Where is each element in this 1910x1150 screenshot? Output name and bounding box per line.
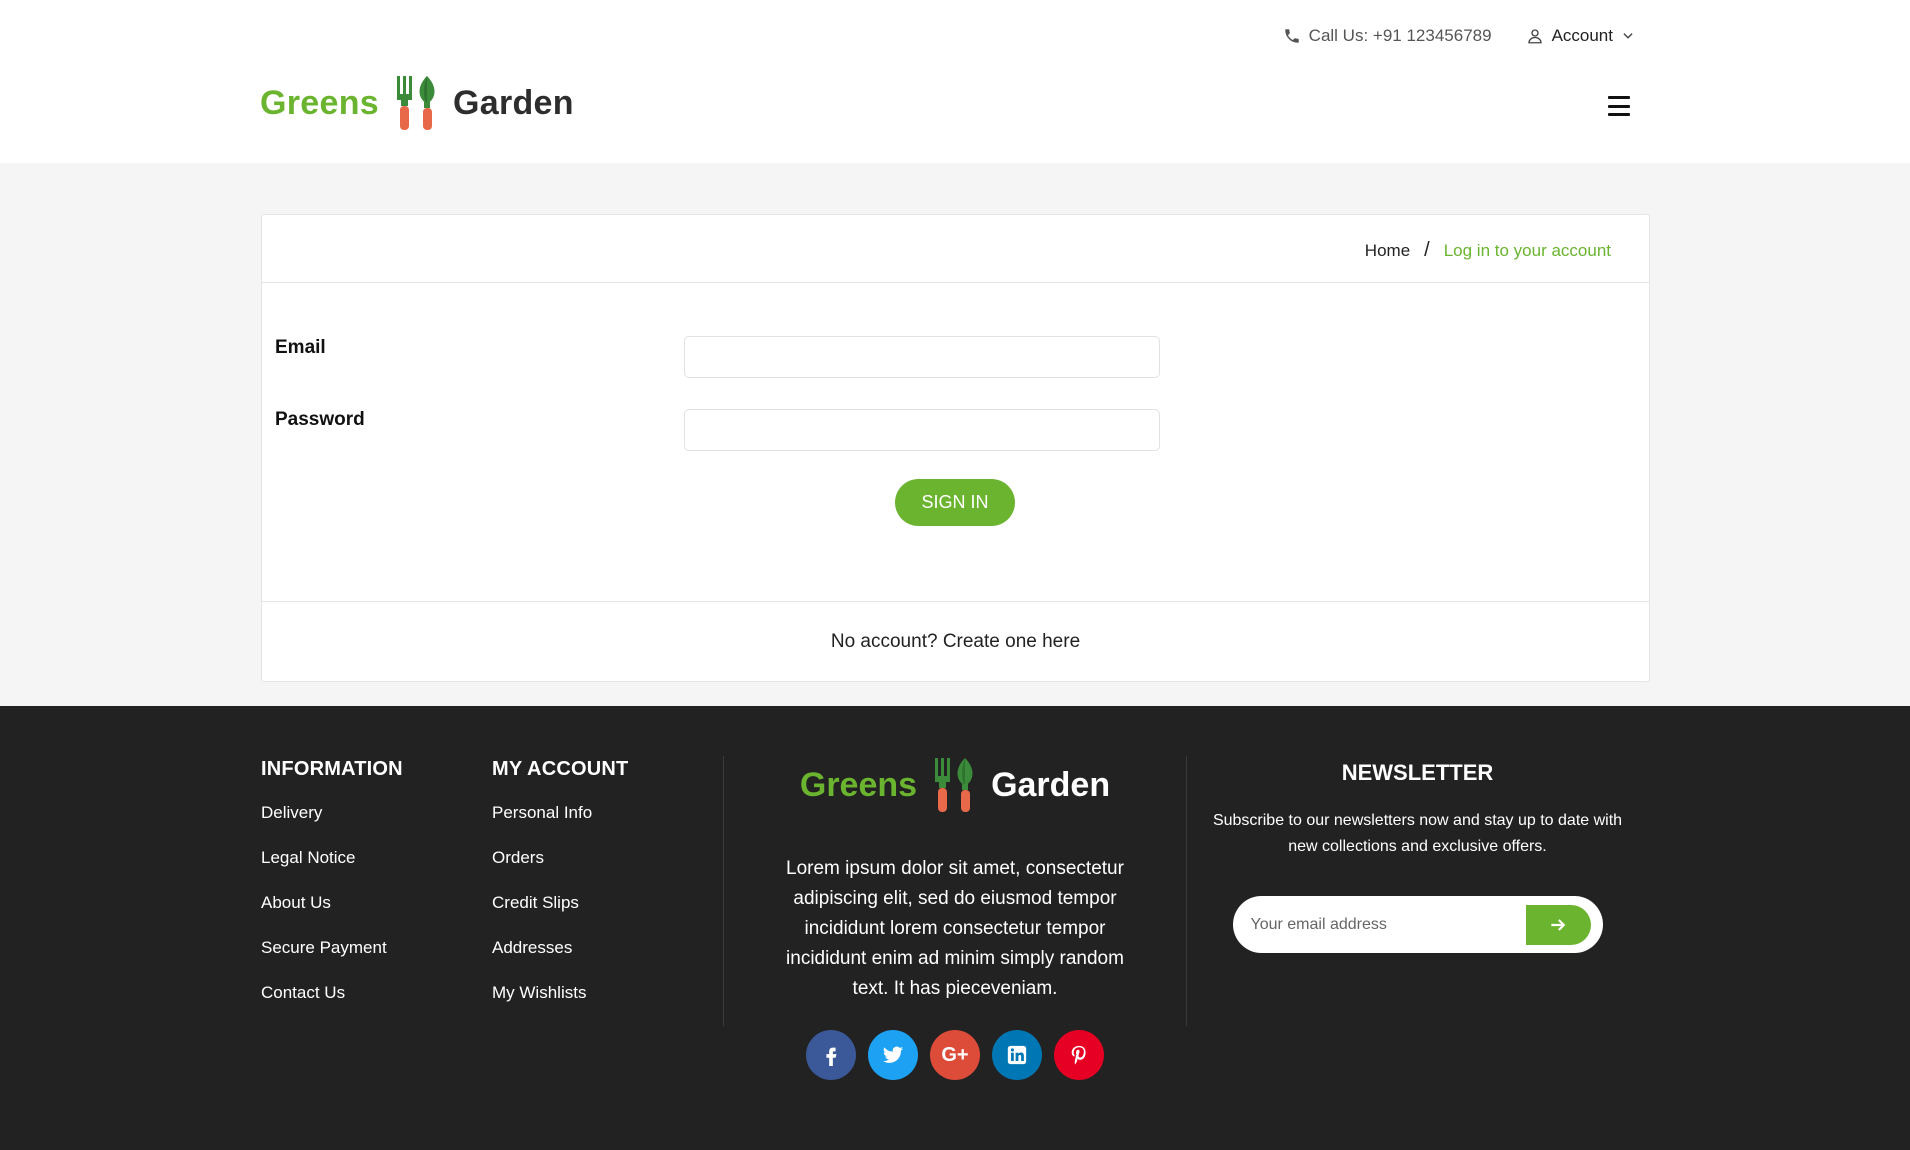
footer-link-delivery[interactable]: Delivery xyxy=(261,801,403,846)
newsletter-title: NEWSLETTER xyxy=(1341,760,1494,785)
password-field[interactable] xyxy=(684,409,1160,451)
email-label: Email xyxy=(275,337,326,358)
logo-text-garden: Garden xyxy=(452,83,574,122)
create-account-row: No account? Create one here xyxy=(262,601,1649,682)
breadcrumb-separator: / xyxy=(1424,239,1430,261)
user-icon xyxy=(1526,27,1544,45)
breadcrumb-home-link[interactable]: Home xyxy=(1365,241,1410,261)
footer-link-orders[interactable]: Orders xyxy=(492,846,628,891)
breadcrumb-bar: Home / Log in to your account xyxy=(262,215,1649,283)
footer-divider xyxy=(723,756,724,1026)
footer-link-about-us[interactable]: About Us xyxy=(261,891,403,936)
footer-link-contact-us[interactable]: Contact Us xyxy=(261,981,403,1026)
footer-logo-text-greens: Greens xyxy=(799,765,918,804)
garden-tools-icon xyxy=(925,756,981,814)
footer-link-legal-notice[interactable]: Legal Notice xyxy=(261,846,403,891)
create-account-link[interactable]: No account? Create one here xyxy=(831,631,1080,653)
chevron-down-icon xyxy=(1621,29,1635,43)
site-logo[interactable]: Greens Garden xyxy=(260,74,574,132)
social-links: G+ xyxy=(785,1030,1125,1080)
footer-my-account-title: MY ACCOUNT xyxy=(492,758,629,780)
footer-logo[interactable]: Greens Garden xyxy=(785,756,1125,814)
sign-in-button[interactable]: SIGN IN xyxy=(895,479,1015,526)
linkedin-icon[interactable] xyxy=(992,1030,1042,1080)
arrow-right-icon xyxy=(1548,915,1568,935)
garden-tools-icon xyxy=(387,74,443,132)
account-label: Account xyxy=(1551,26,1613,45)
site-header: Call Us: +91 123456789 Account Greens Ga… xyxy=(0,0,1910,163)
newsletter-section: NEWSLETTER Subscribe to our newsletters … xyxy=(1210,760,1625,953)
footer-link-my-wishlists[interactable]: My Wishlists xyxy=(492,981,628,1026)
call-us[interactable]: Call Us: +91 123456789 xyxy=(1283,26,1492,46)
logo-text-greens: Greens xyxy=(260,83,379,122)
footer-link-addresses[interactable]: Addresses xyxy=(492,936,628,981)
footer-about: Greens Garden Lorem ipsum dolor sit amet… xyxy=(785,756,1125,1080)
footer-information: INFORMATION Delivery Legal Notice About … xyxy=(261,758,403,1026)
password-label: Password xyxy=(275,409,365,430)
footer-description: Lorem ipsum dolor sit amet, consectetur … xyxy=(786,858,1124,999)
newsletter-text: Subscribe to our newsletters now and sta… xyxy=(1212,812,1623,855)
footer-link-credit-slips[interactable]: Credit Slips xyxy=(492,891,628,936)
top-bar: Call Us: +91 123456789 Account xyxy=(1283,26,1635,46)
footer-divider xyxy=(1186,756,1187,1026)
twitter-icon[interactable] xyxy=(868,1030,918,1080)
site-footer: INFORMATION Delivery Legal Notice About … xyxy=(0,706,1910,1150)
newsletter-email-input[interactable]: Your email address xyxy=(1251,896,1387,953)
login-card: Home / Log in to your account Email Pass… xyxy=(261,214,1650,682)
breadcrumb-current: Log in to your account xyxy=(1443,240,1611,260)
facebook-icon[interactable] xyxy=(806,1030,856,1080)
footer-link-personal-info[interactable]: Personal Info xyxy=(492,801,628,846)
footer-logo-text-garden: Garden xyxy=(991,765,1111,804)
breadcrumb: Home / Log in to your account xyxy=(1365,239,1611,262)
newsletter-form: Your email address xyxy=(1232,896,1603,953)
footer-link-secure-payment[interactable]: Secure Payment xyxy=(261,936,403,981)
call-us-text: Call Us: +91 123456789 xyxy=(1308,26,1492,45)
email-field[interactable] xyxy=(684,336,1160,378)
footer-information-title: INFORMATION xyxy=(261,758,403,780)
account-menu[interactable]: Account xyxy=(1526,26,1635,46)
footer-my-account: MY ACCOUNT Personal Info Orders Credit S… xyxy=(492,758,628,1026)
menu-hamburger-icon[interactable] xyxy=(1608,96,1630,116)
pinterest-icon[interactable] xyxy=(1054,1030,1104,1080)
phone-icon xyxy=(1283,27,1301,45)
google-plus-icon[interactable]: G+ xyxy=(930,1030,980,1080)
newsletter-submit-button[interactable] xyxy=(1525,905,1591,945)
